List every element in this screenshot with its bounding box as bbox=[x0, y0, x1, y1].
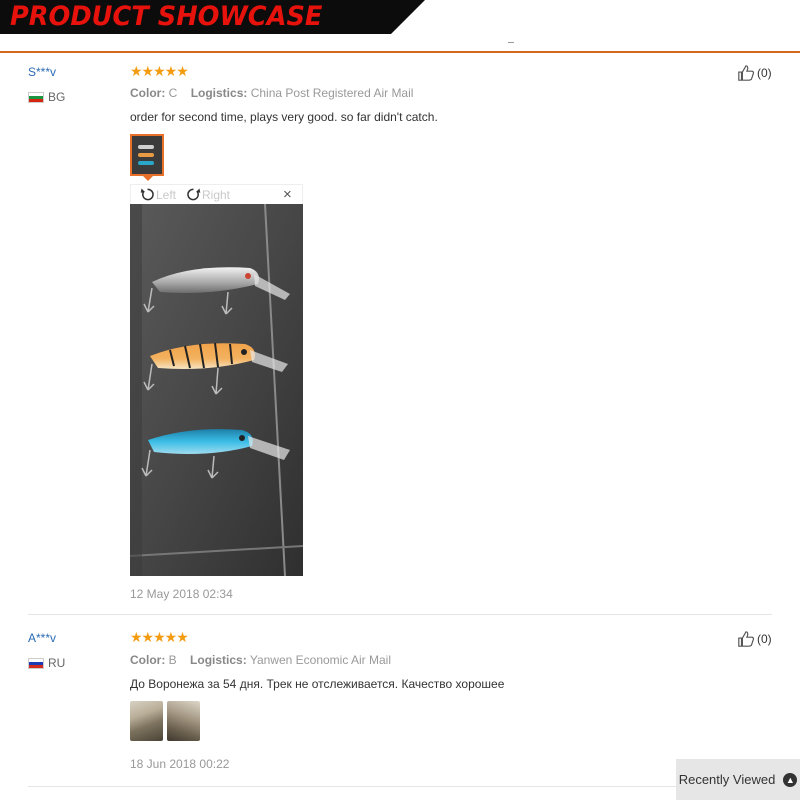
rotate-right-label: Right bbox=[202, 187, 231, 202]
review-photo-thumbnail-selected[interactable] bbox=[130, 134, 164, 176]
product-showcase-banner: PRODUCT SHOWCASE bbox=[0, 0, 800, 53]
review-date: 18 Jun 2018 00:22 bbox=[130, 757, 230, 771]
rotate-right-icon bbox=[187, 188, 201, 201]
color-label: Color: bbox=[130, 86, 166, 100]
russia-flag-icon bbox=[28, 657, 44, 669]
thumbs-up-icon bbox=[738, 631, 755, 647]
thumbnail-pointer bbox=[143, 176, 153, 181]
star-rating: ★★★★★ bbox=[130, 629, 189, 645]
recently-viewed-button[interactable]: Recently Viewed ▲ bbox=[676, 759, 800, 800]
helpful-button[interactable]: (0) bbox=[737, 630, 772, 648]
photo-viewer-toolbar: Left Right × bbox=[130, 184, 303, 204]
helpful-count: (0) bbox=[757, 632, 772, 646]
reviewer-name[interactable]: A***v bbox=[28, 631, 56, 645]
country-code: BG bbox=[48, 90, 66, 104]
banner-underline bbox=[0, 51, 800, 53]
order-details: Color: C Logistics: China Post Registere… bbox=[130, 86, 423, 100]
review-photo-thumbnail[interactable] bbox=[167, 701, 200, 741]
logistics-value: China Post Registered Air Mail bbox=[250, 86, 414, 100]
review-text: До Воронежа за 54 дня. Трек не отслежива… bbox=[130, 677, 505, 691]
rotate-left-icon bbox=[140, 188, 154, 201]
reviewer-name[interactable]: S***v bbox=[28, 65, 56, 79]
review-separator bbox=[28, 786, 772, 787]
thumbs-up-icon bbox=[738, 65, 755, 81]
recently-viewed-label: Recently Viewed bbox=[678, 772, 776, 787]
country-code: RU bbox=[48, 656, 66, 670]
color-value: C bbox=[168, 86, 178, 100]
banner-divider-mark bbox=[508, 42, 514, 43]
review-photo-fishing-lures[interactable] bbox=[130, 204, 303, 576]
rotate-right-button[interactable]: Right bbox=[185, 186, 230, 203]
rotate-left-label: Left bbox=[156, 187, 177, 202]
order-details: Color: B Logistics: Yanwen Economic Air … bbox=[130, 653, 401, 667]
chevron-up-icon: ▲ bbox=[783, 772, 798, 787]
thumb-lure-orange bbox=[138, 153, 154, 157]
thumb-lure-blue bbox=[138, 161, 154, 165]
star-rating: ★★★★★ bbox=[130, 63, 189, 79]
logistics-label: Logistics: bbox=[190, 653, 247, 667]
rotate-left-button[interactable]: Left bbox=[139, 186, 176, 203]
close-viewer-button[interactable]: × bbox=[283, 186, 292, 203]
color-label: Color: bbox=[130, 653, 166, 667]
helpful-button[interactable]: (0) bbox=[737, 64, 772, 82]
logistics-label: Logistics: bbox=[190, 86, 248, 100]
color-value: B bbox=[168, 653, 177, 667]
bulgaria-flag-icon bbox=[28, 91, 44, 103]
review-date: 12 May 2018 02:34 bbox=[130, 587, 233, 601]
reviewer-country: RU bbox=[28, 656, 65, 670]
logistics-value: Yanwen Economic Air Mail bbox=[249, 653, 391, 667]
banner-title: PRODUCT SHOWCASE bbox=[10, 1, 323, 32]
review-photo-thumbnail[interactable] bbox=[130, 701, 163, 741]
review-text: order for second time, plays very good. … bbox=[130, 110, 438, 124]
reviewer-country: BG bbox=[28, 90, 65, 104]
review-separator bbox=[28, 614, 772, 615]
thumb-lure-silver bbox=[138, 145, 154, 149]
helpful-count: (0) bbox=[757, 66, 772, 80]
